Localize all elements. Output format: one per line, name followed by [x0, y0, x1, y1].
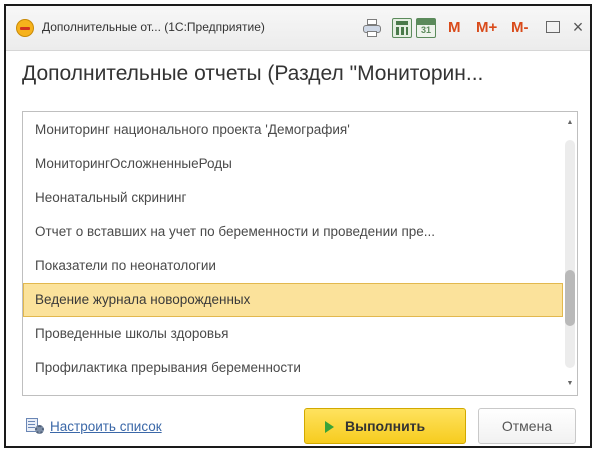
calculator-icon[interactable]	[392, 18, 412, 38]
scrollbar-thumb[interactable]	[565, 270, 575, 326]
list-item[interactable]: Неонатальный скрининг	[23, 181, 561, 215]
cancel-button[interactable]: Отмена	[478, 408, 576, 444]
configure-list-icon[interactable]	[26, 418, 44, 434]
list-item[interactable]: Профилактика прерывания беременности	[23, 351, 561, 385]
scroll-up-arrow-icon[interactable]: ▲	[566, 118, 574, 128]
printer-icon[interactable]	[362, 18, 382, 38]
maximize-icon[interactable]	[546, 21, 560, 33]
close-icon[interactable]: ×	[570, 17, 586, 37]
calendar-day: 31	[420, 25, 431, 35]
1c-logo-icon	[16, 19, 34, 37]
list-item[interactable]: Отчет о вставших на учет по беременности…	[23, 215, 561, 249]
scrollbar-track[interactable]	[565, 140, 575, 368]
scroll-down-arrow-icon[interactable]: ▼	[566, 379, 574, 389]
list-item[interactable]: Проведенные школы здоровья	[23, 317, 561, 351]
run-button-label: Выполнить	[345, 418, 426, 434]
reports-list[interactable]: Мониторинг национального проекта 'Демогр…	[22, 111, 578, 396]
list-item[interactable]: Показатели по неонатологии	[23, 249, 561, 283]
play-icon	[325, 421, 334, 433]
window-title: Дополнительные от... (1С:Предприятие)	[42, 20, 265, 34]
configure-list-link[interactable]: Настроить список	[50, 419, 162, 434]
memory-button[interactable]: M	[448, 19, 461, 36]
run-button[interactable]: Выполнить	[304, 408, 466, 444]
memory-minus-button[interactable]: M-	[511, 19, 529, 36]
form-title: Дополнительные отчеты (Раздел "Мониторин…	[22, 62, 484, 85]
memory-plus-button[interactable]: M+	[476, 19, 497, 36]
title-bar: Дополнительные от... (1С:Предприятие) 31…	[6, 6, 590, 51]
list-item[interactable]: Мониторинг национального проекта 'Демогр…	[23, 113, 561, 147]
calendar-icon[interactable]: 31	[416, 18, 436, 38]
list-item[interactable]: МониторингОсложненныеРоды	[23, 147, 561, 181]
list-item-selected[interactable]: Ведение журнала новорожденных	[23, 283, 563, 317]
dialog-window: Дополнительные от... (1С:Предприятие) 31…	[4, 4, 592, 448]
